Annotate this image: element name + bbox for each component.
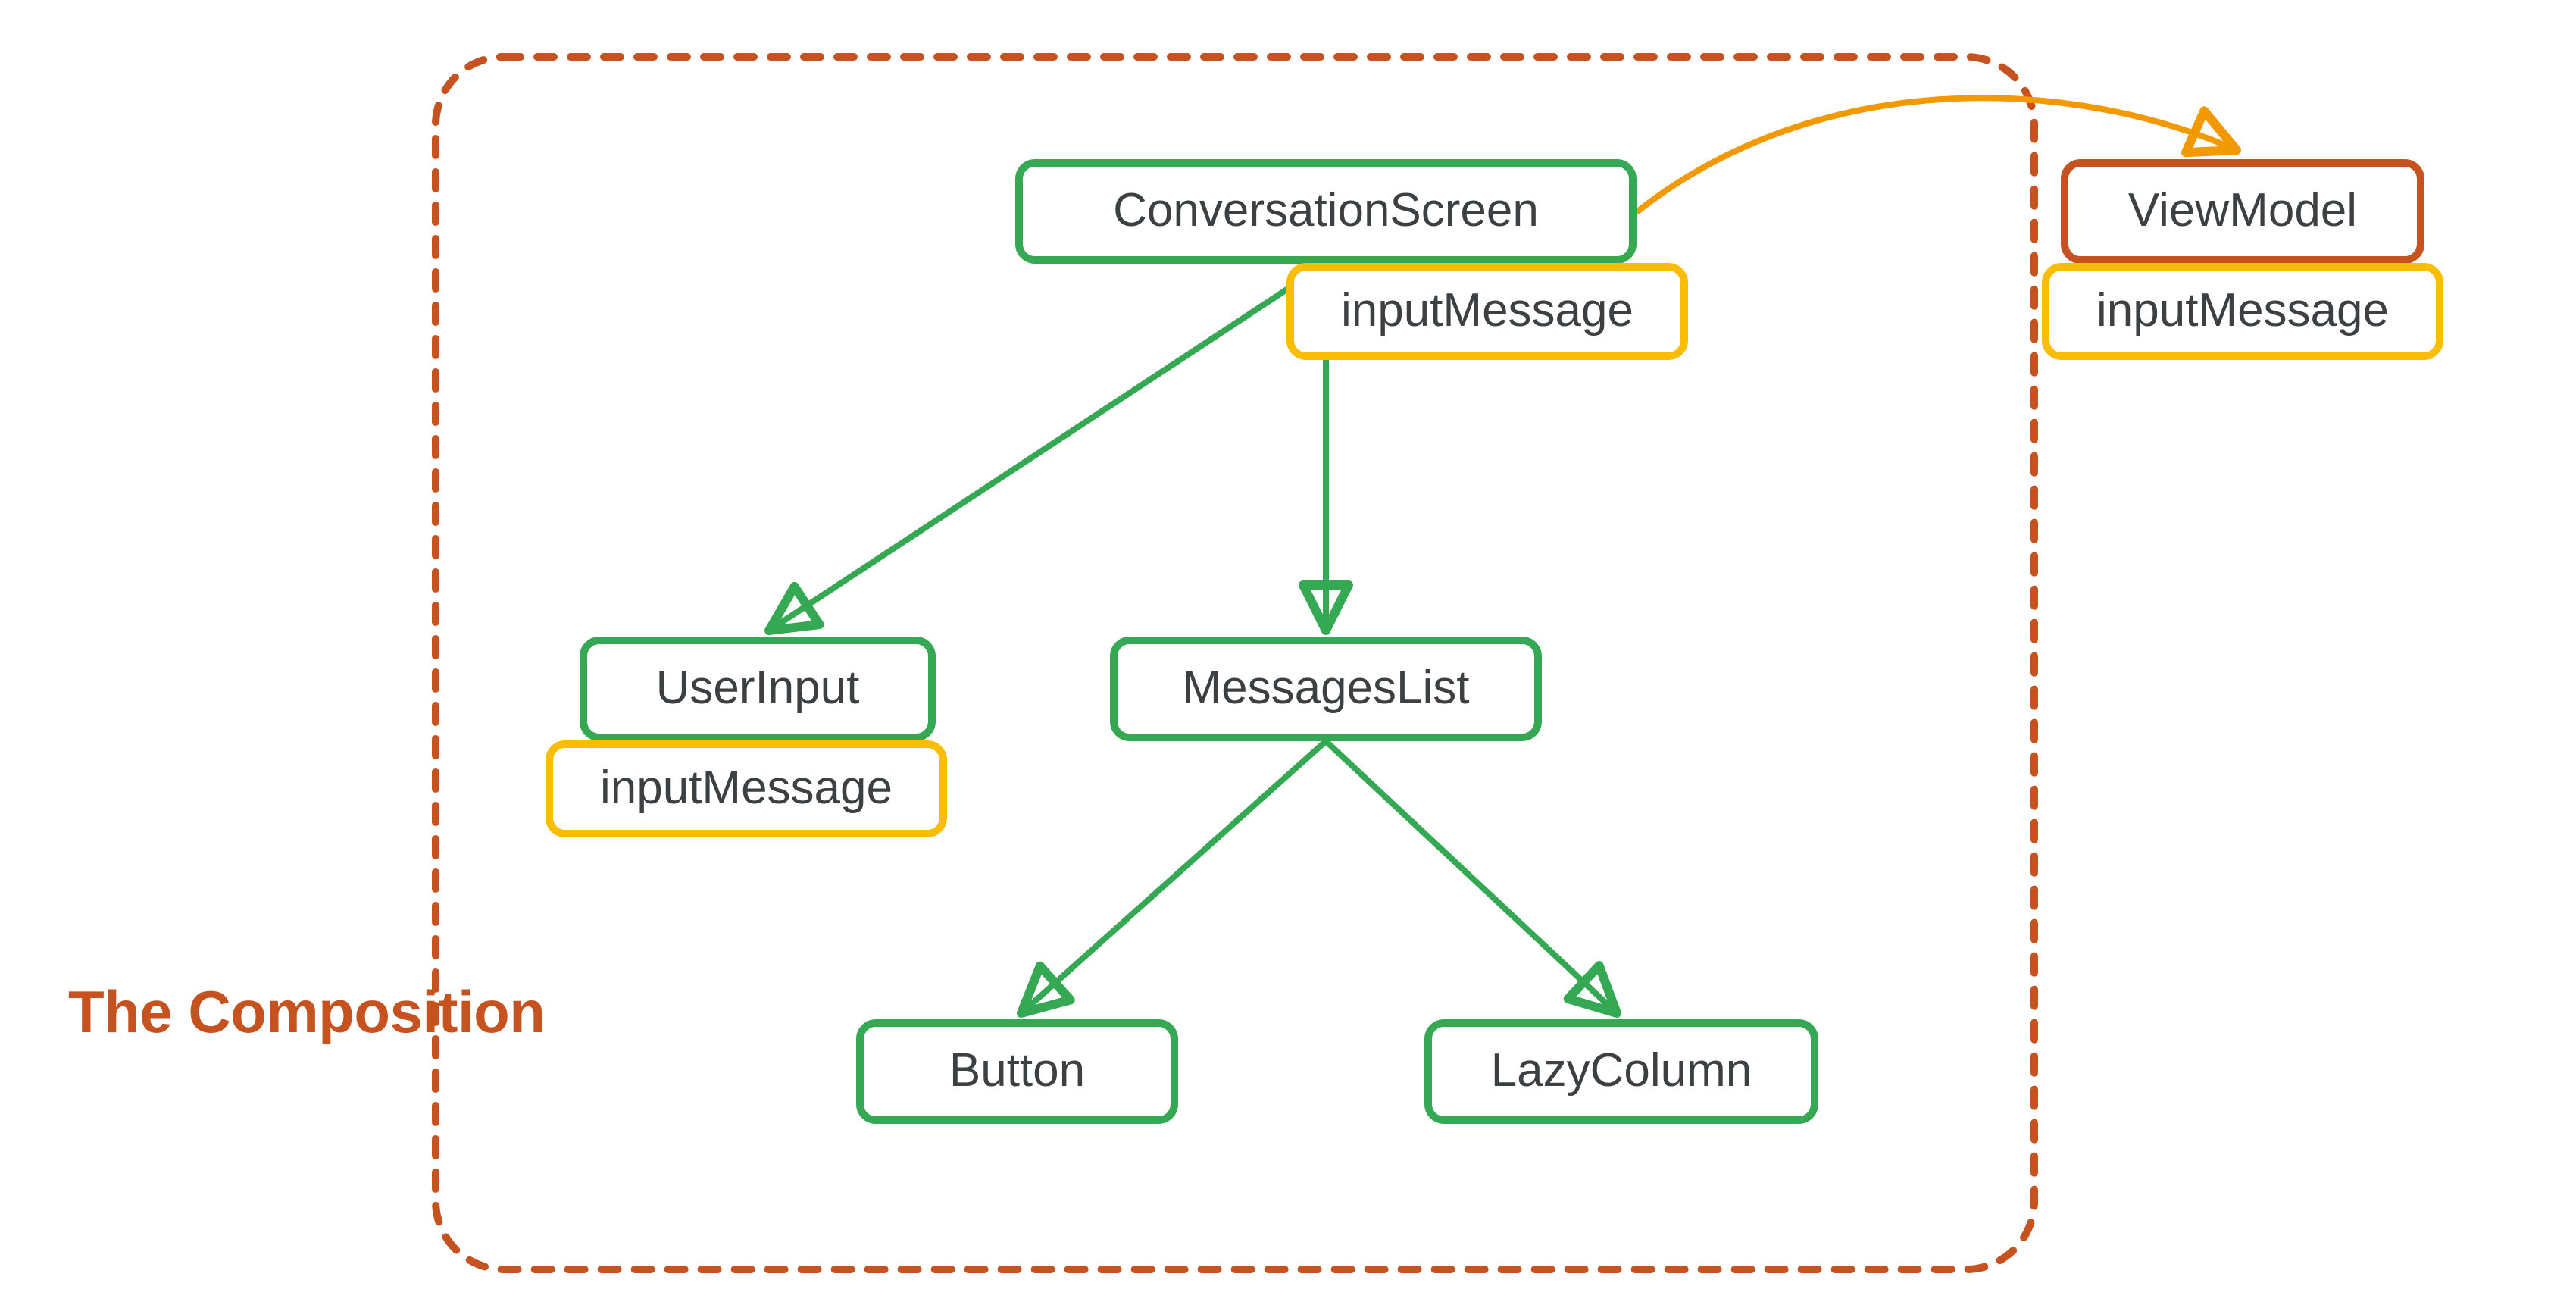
node-lazycolumn-label: LazyColumn xyxy=(1432,1044,1811,1097)
node-viewmodel-state: inputMessage xyxy=(2042,263,2443,360)
composition-title: The Composition xyxy=(68,978,545,1047)
node-conversationscreen-label: ConversationScreen xyxy=(1023,183,1629,237)
node-conversationscreen-state-label: inputMessage xyxy=(1294,283,1680,337)
node-viewmodel-state-label: inputMessage xyxy=(2049,283,2436,337)
node-conversationscreen-state: inputMessage xyxy=(1286,263,1688,360)
node-userinput-state-label: inputMessage xyxy=(553,761,939,815)
node-lazycolumn: LazyColumn xyxy=(1424,1019,1818,1124)
node-userinput-state: inputMessage xyxy=(546,740,947,837)
node-messageslist-label: MessagesList xyxy=(1118,661,1534,715)
edge-messageslist-button xyxy=(1021,741,1326,1013)
node-viewmodel-label: ViewModel xyxy=(2068,183,2417,237)
node-conversationscreen: ConversationScreen xyxy=(1015,159,1637,264)
edge-conversationscreen-userinput xyxy=(769,264,1326,631)
diagram-stage: { "title": "The Composition", "colors": … xyxy=(0,0,2576,1308)
node-messageslist: MessagesList xyxy=(1110,637,1542,741)
node-button: Button xyxy=(856,1019,1178,1124)
edge-messageslist-lazycolumn xyxy=(1326,741,1617,1013)
node-viewmodel: ViewModel xyxy=(2061,159,2424,264)
node-userinput: UserInput xyxy=(580,637,936,741)
node-userinput-label: UserInput xyxy=(587,661,928,715)
node-button-label: Button xyxy=(864,1044,1171,1097)
